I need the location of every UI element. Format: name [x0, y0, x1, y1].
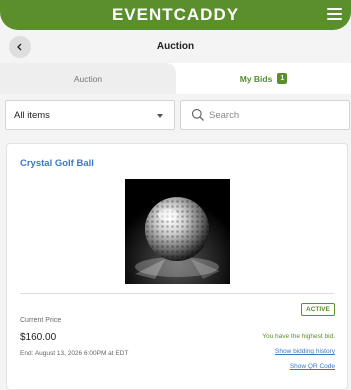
search-box: [180, 100, 350, 130]
app-header: EVENTCADDY: [0, 0, 351, 30]
divider: [20, 293, 334, 294]
end-time: End: August 13, 2026 6:00PM at EDT: [20, 350, 129, 357]
filter-bar: All items: [0, 94, 351, 138]
page-title: Auction: [156, 41, 195, 52]
title-bar: Auction: [0, 30, 351, 64]
show-bidding-history-link[interactable]: Show bidding history: [275, 348, 335, 355]
app-logo: EVENTCADDY: [111, 5, 240, 24]
search-icon: [191, 108, 204, 121]
item-photo: [125, 179, 230, 284]
search-input[interactable]: [209, 106, 339, 124]
tab-bar: Auction My Bids 1: [0, 63, 351, 94]
category-select-value: All items: [14, 110, 50, 121]
status-badge: ACTIVE: [301, 303, 335, 316]
category-select[interactable]: All items: [5, 100, 175, 130]
show-qr-code-link[interactable]: Show QR Code: [290, 363, 335, 370]
item-title[interactable]: Crystal Golf Ball: [20, 158, 94, 169]
menu-icon[interactable]: [327, 8, 342, 20]
tab-my-bids-label: My Bids: [239, 73, 273, 84]
auction-item-card: Crystal Golf Ball ACTIVE Current Price $…: [6, 143, 348, 390]
price-label: Current Price: [20, 317, 62, 324]
bid-status-text: You have the highest bid.: [262, 333, 335, 340]
tab-my-bids[interactable]: My Bids 1: [176, 63, 351, 94]
caret-down-icon: [157, 114, 163, 118]
bid-count-badge: 1: [277, 73, 288, 84]
current-price: $160.00: [20, 332, 57, 343]
tab-auction[interactable]: Auction: [0, 63, 176, 94]
